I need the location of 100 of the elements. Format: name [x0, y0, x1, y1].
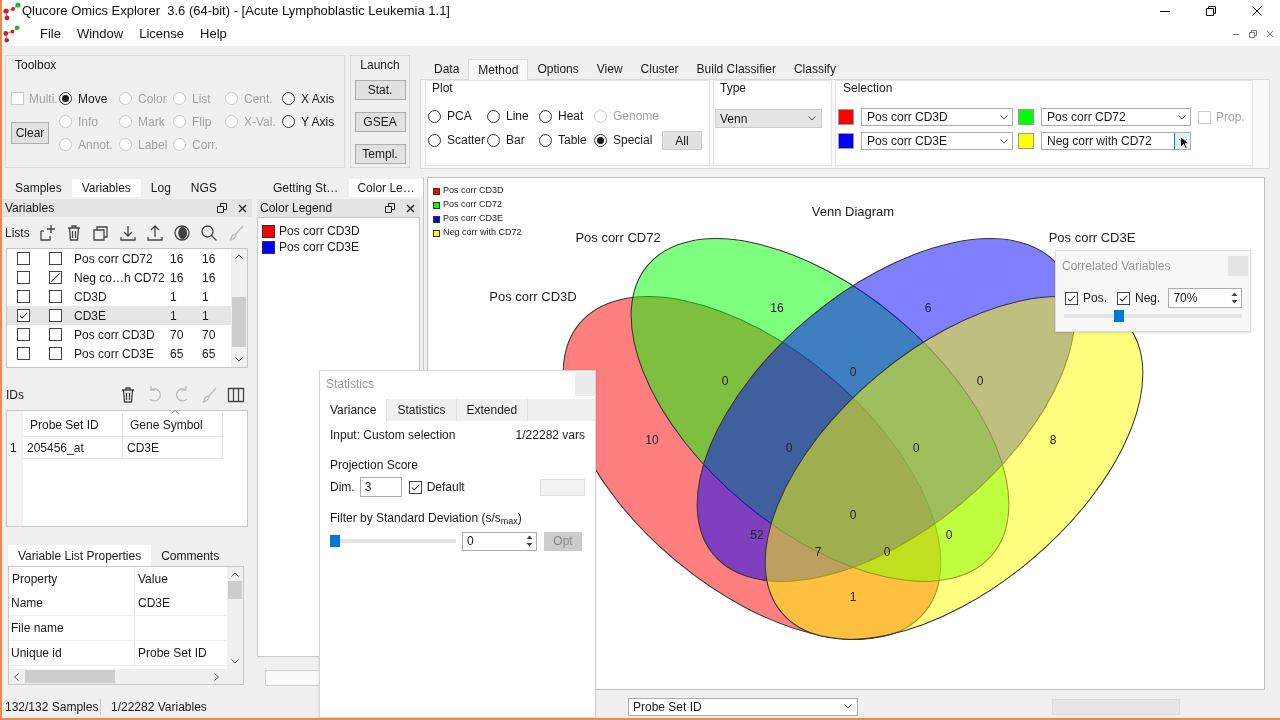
spin-field[interactable]: 70%	[1168, 288, 1243, 308]
radio-button[interactable]	[59, 92, 72, 105]
clear-button[interactable]: Clear	[11, 122, 49, 144]
checkbox[interactable]	[16, 309, 30, 322]
column-header[interactable]: Property	[9, 567, 134, 591]
color-swatch-icon[interactable]	[838, 109, 854, 125]
group-title: Type	[719, 81, 746, 95]
radio-button[interactable]	[487, 133, 500, 147]
search-icon[interactable]	[198, 222, 219, 243]
menu-item[interactable]: Help	[200, 24, 227, 44]
checkbox[interactable]	[1117, 291, 1130, 305]
checkbox[interactable]	[48, 347, 62, 360]
vertical-scrollbar[interactable]	[227, 567, 243, 669]
tab[interactable]: Variable List Properties	[8, 545, 152, 566]
radio-button[interactable]	[594, 133, 607, 147]
tab[interactable]: Options	[528, 59, 588, 79]
radio-button[interactable]	[282, 115, 295, 128]
launch-button[interactable]: Stat.	[354, 80, 406, 100]
spin-field[interactable]: 0	[462, 531, 537, 551]
menu-item[interactable]: License	[139, 24, 184, 44]
checkbox[interactable]	[16, 252, 30, 265]
overlap-circles-icon[interactable]	[171, 222, 192, 243]
tab[interactable]: Build Classifier	[687, 59, 785, 79]
spin-arrows-icon[interactable]	[526, 535, 533, 547]
launch-button[interactable]: GSEA	[354, 112, 406, 132]
table-cell-text: 65	[169, 345, 185, 363]
float-window-icon[interactable]	[217, 203, 227, 213]
tab[interactable]: Getting St…	[268, 179, 344, 197]
launch-button[interactable]: Templ.	[354, 144, 406, 164]
spin-arrows-icon[interactable]	[1231, 292, 1239, 304]
all-button[interactable]: All	[662, 130, 702, 150]
radio-button[interactable]	[539, 133, 552, 147]
menu-item[interactable]: Window	[76, 24, 124, 44]
dropdown[interactable]: Venn	[715, 109, 822, 128]
close-icon[interactable]	[406, 203, 415, 213]
radio-button[interactable]	[539, 109, 552, 123]
horizontal-scrollbar[interactable]	[9, 669, 243, 684]
tab[interactable]: Variables	[71, 179, 141, 197]
toolbar-label: IDs	[6, 387, 24, 404]
table-row[interactable]: CD3E 1 1	[7, 306, 231, 325]
menu-item[interactable]: File	[40, 24, 61, 44]
color-swatch-icon[interactable]	[838, 133, 854, 149]
checkbox[interactable]	[1065, 291, 1078, 305]
scroll-thumb[interactable]	[228, 581, 242, 599]
checkbox[interactable]	[16, 290, 30, 303]
checkbox[interactable]	[16, 328, 30, 341]
tab[interactable]: NGS	[180, 179, 227, 197]
slider-thumb[interactable]	[1114, 310, 1125, 322]
dropdown[interactable]: Pos corr CD3E	[861, 132, 1013, 150]
dropdown[interactable]: Pos corr CD3D	[861, 108, 1013, 126]
tab[interactable]: Method	[468, 59, 529, 80]
checkbox[interactable]	[16, 347, 30, 360]
dropdown[interactable]: Probe Set ID	[628, 697, 858, 716]
color-swatch-icon[interactable]	[1018, 109, 1034, 125]
table-cell-text: File name	[10, 620, 65, 637]
radio-button[interactable]	[428, 133, 441, 147]
tab[interactable]: Data	[425, 59, 469, 79]
checkbox[interactable]	[48, 252, 62, 265]
app-logo-icon	[2, 25, 20, 43]
tab[interactable]: Cluster	[631, 59, 688, 79]
color-swatch-icon[interactable]	[1018, 133, 1034, 149]
tab[interactable]: Samples	[5, 179, 72, 197]
slider-thumb[interactable]	[330, 535, 340, 547]
set-label: Pos corr CD72	[575, 229, 661, 245]
radio-button[interactable]	[428, 109, 441, 123]
tab[interactable]: Comments	[151, 545, 230, 566]
column-header[interactable]: Gene Symbol	[123, 413, 223, 437]
radio-label: Line	[506, 108, 529, 125]
region-count: 6	[924, 301, 932, 315]
columns-icon[interactable]	[226, 385, 246, 405]
checkbox[interactable]	[408, 480, 422, 494]
radio-button[interactable]	[282, 92, 295, 105]
radio-label: Mark	[138, 113, 165, 131]
checkbox[interactable]	[16, 271, 30, 284]
panel-title: Color Legend	[260, 200, 333, 217]
float-window-icon[interactable]	[385, 203, 395, 213]
column-header[interactable]: Probe Set ID	[23, 413, 123, 437]
dropdown[interactable]: Pos corr CD72	[1041, 108, 1191, 126]
chevron-down-icon	[1178, 114, 1186, 120]
tab[interactable]: Log	[140, 179, 181, 197]
close-icon[interactable]	[1252, 6, 1262, 16]
tab[interactable]: View	[587, 59, 632, 79]
tab[interactable]: Classify	[784, 59, 845, 79]
number-field[interactable]: 3	[359, 477, 402, 497]
restore-icon[interactable]	[1206, 6, 1216, 16]
chevron-down-icon	[808, 116, 816, 121]
vertical-scrollbar[interactable]	[231, 249, 247, 367]
checkbox[interactable]	[48, 328, 62, 341]
checkbox[interactable]	[48, 290, 62, 303]
dropdown[interactable]: Neg corr with CD72	[1041, 132, 1191, 150]
tab[interactable]: Variance	[320, 399, 388, 421]
scroll-thumb[interactable]	[25, 670, 115, 683]
checkbox[interactable]	[48, 271, 62, 284]
chevron-down-icon	[235, 357, 243, 362]
checkbox[interactable]	[48, 309, 62, 322]
close-icon[interactable]	[238, 203, 247, 213]
radio-button[interactable]	[487, 109, 500, 123]
tab[interactable]: Color Le…	[349, 179, 423, 197]
dropdown-button[interactable]	[1174, 133, 1190, 149]
scroll-thumb[interactable]	[232, 297, 246, 347]
